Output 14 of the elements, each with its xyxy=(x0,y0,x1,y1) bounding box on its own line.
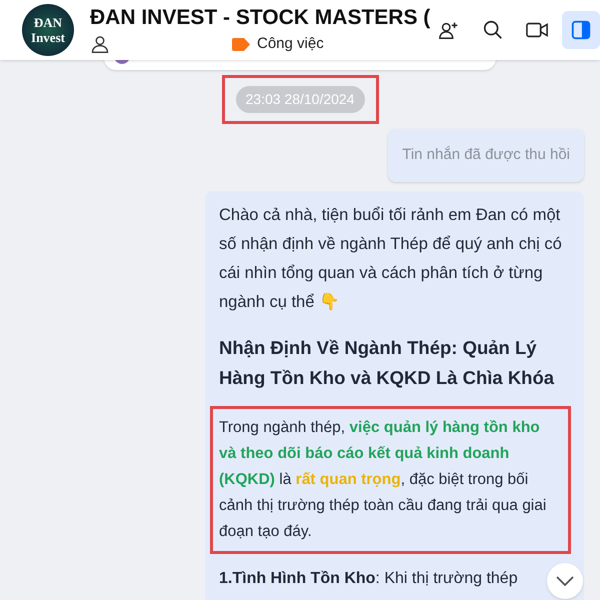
person-icon xyxy=(90,34,110,54)
search-icon xyxy=(482,19,504,41)
tag-label: Công việc xyxy=(257,34,324,54)
group-avatar: ĐAN Invest xyxy=(22,4,74,56)
chevron-down-icon xyxy=(556,576,574,586)
message-heading: Nhận Định Về Ngành Thép: Quản Lý Hàng Tồn Kho và KQKD Là Chìa Khóa xyxy=(219,336,556,390)
point-text: 1.Tình Hình Tồn Kho: Khi thị trường thép xyxy=(219,568,519,588)
panel-button[interactable] xyxy=(562,11,600,49)
message-text: Chào cả nhà, tiện buổi tối rảnh em Đan có một số nhận định về ngành Thép để quý anh chị có cái nhìn tổng quan và cách phân tích ở từng ngành cụ thể 👇 xyxy=(219,204,562,312)
timestamp: 23:03 28/10/2024 xyxy=(236,86,364,113)
paragraph: Trong ngành thép, việc quản lý hàng tồn kho và theo dõi báo cáo kết quả kinh doanh (KQKD) là rất quan trọng, đặc biệt trong bối cảnh thị trường thép toàn cầu đang trải qua giai đoạn tạo đáy. xyxy=(219,418,548,542)
side-panel-icon xyxy=(570,19,592,41)
chat-title: ĐAN INVEST - STOCK MASTERS ( xyxy=(90,4,430,31)
recalled-message: Tin nhắn đã được thu hồi xyxy=(388,129,584,182)
